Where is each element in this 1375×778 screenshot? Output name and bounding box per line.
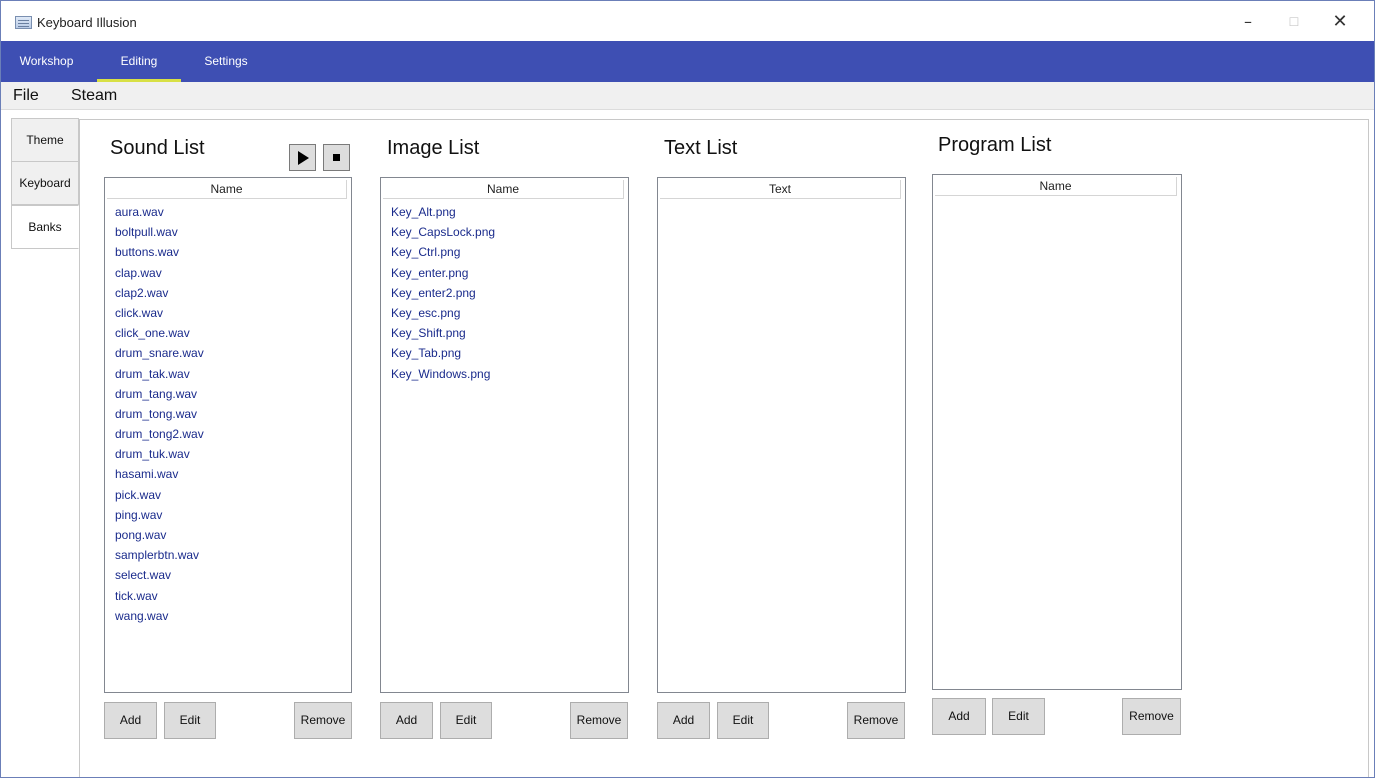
tab-editing[interactable]: Editing: [96, 41, 182, 82]
app-keyboard-icon: [15, 16, 32, 29]
main-nav-bar: Workshop Editing Settings: [1, 41, 1374, 82]
app-window: Keyboard Illusion – ☐ ✕ Workshop Editing…: [0, 0, 1375, 778]
image-list-item[interactable]: Key_Windows.png: [391, 364, 495, 384]
sound-list-item[interactable]: drum_tong.wav: [115, 404, 204, 424]
sound-add-button[interactable]: Add: [104, 702, 157, 739]
image-list-item[interactable]: Key_enter.png: [391, 263, 495, 283]
stop-button[interactable]: [323, 144, 350, 171]
sound-list-item[interactable]: hasami.wav: [115, 464, 204, 484]
text-list-title: Text List: [664, 137, 738, 159]
close-button[interactable]: ✕: [1317, 7, 1363, 37]
image-list-title: Image List: [387, 137, 480, 159]
stop-icon: [333, 154, 340, 161]
image-list-item[interactable]: Key_CapsLock.png: [391, 222, 495, 242]
text-list-column-header[interactable]: Text: [660, 180, 901, 199]
sound-list-item[interactable]: click_one.wav: [115, 323, 204, 343]
image-list-item[interactable]: Key_esc.png: [391, 303, 495, 323]
program-list-box[interactable]: Name: [932, 174, 1182, 690]
sound-list-box[interactable]: Name aura.wav boltpull.wav buttons.wav clap…: [104, 177, 352, 693]
sound-list-item[interactable]: wang.wav: [115, 606, 204, 626]
sound-list-item[interactable]: ping.wav: [115, 505, 204, 525]
image-list-item[interactable]: Key_Tab.png: [391, 343, 495, 363]
image-list-column-header[interactable]: Name: [383, 180, 624, 199]
sound-remove-button[interactable]: Remove: [294, 702, 352, 739]
sound-list-item[interactable]: clap2.wav: [115, 283, 204, 303]
image-list-item[interactable]: Key_enter2.png: [391, 283, 495, 303]
sound-edit-button[interactable]: Edit: [164, 702, 216, 739]
minimize-button[interactable]: –: [1225, 7, 1271, 37]
title-bar: Keyboard Illusion – ☐ ✕: [1, 1, 1374, 41]
menu-steam[interactable]: Steam: [71, 87, 117, 105]
sound-list-item[interactable]: drum_snare.wav: [115, 343, 204, 363]
text-add-button[interactable]: Add: [657, 702, 710, 739]
side-tab-theme[interactable]: Theme: [11, 118, 79, 162]
sound-list-items: aura.wav boltpull.wav buttons.wav clap.wav c…: [115, 202, 204, 626]
text-list-box[interactable]: Text: [657, 177, 906, 693]
sound-list-item[interactable]: drum_tong2.wav: [115, 424, 204, 444]
sound-list-item[interactable]: buttons.wav: [115, 242, 204, 262]
sound-list-item[interactable]: clap.wav: [115, 263, 204, 283]
tab-workshop[interactable]: Workshop: [9, 41, 84, 82]
tab-settings[interactable]: Settings: [191, 41, 261, 82]
image-add-button[interactable]: Add: [380, 702, 433, 739]
sound-list-column-header[interactable]: Name: [107, 180, 347, 199]
image-list-box[interactable]: Name Key_Alt.png Key_CapsLock.png Key_Ctrl…: [380, 177, 629, 693]
image-list-items: Key_Alt.png Key_CapsLock.png Key_Ctrl.png K…: [391, 202, 495, 384]
sound-list-item[interactable]: pick.wav: [115, 485, 204, 505]
sound-list-item[interactable]: click.wav: [115, 303, 204, 323]
image-list-item[interactable]: Key_Ctrl.png: [391, 242, 495, 262]
sound-list-item[interactable]: samplerbtn.wav: [115, 545, 204, 565]
sound-list-item[interactable]: drum_tuk.wav: [115, 444, 204, 464]
play-icon: [298, 151, 309, 165]
program-list-column-header[interactable]: Name: [935, 177, 1177, 196]
window-title: Keyboard Illusion: [37, 15, 137, 30]
sound-list-item[interactable]: drum_tang.wav: [115, 384, 204, 404]
program-remove-button[interactable]: Remove: [1122, 698, 1181, 735]
program-add-button[interactable]: Add: [932, 698, 986, 735]
sound-list-item[interactable]: pong.wav: [115, 525, 204, 545]
image-edit-button[interactable]: Edit: [440, 702, 492, 739]
side-tab-keyboard[interactable]: Keyboard: [11, 161, 79, 205]
image-remove-button[interactable]: Remove: [570, 702, 628, 739]
sound-list-item[interactable]: select.wav: [115, 565, 204, 585]
side-tab-banks[interactable]: Banks: [11, 205, 79, 249]
image-list-item[interactable]: Key_Shift.png: [391, 323, 495, 343]
sound-list-title: Sound List: [110, 137, 205, 159]
sound-list-item[interactable]: aura.wav: [115, 202, 204, 222]
program-edit-button[interactable]: Edit: [992, 698, 1045, 735]
sound-list-item[interactable]: drum_tak.wav: [115, 364, 204, 384]
sound-list-item[interactable]: boltpull.wav: [115, 222, 204, 242]
sound-list-item[interactable]: tick.wav: [115, 586, 204, 606]
image-list-item[interactable]: Key_Alt.png: [391, 202, 495, 222]
text-remove-button[interactable]: Remove: [847, 702, 905, 739]
menu-bar: File Steam: [1, 82, 1374, 110]
maximize-button[interactable]: ☐: [1271, 7, 1317, 37]
menu-file[interactable]: File: [13, 87, 39, 105]
program-list-title: Program List: [938, 134, 1052, 156]
play-button[interactable]: [289, 144, 316, 171]
text-edit-button[interactable]: Edit: [717, 702, 769, 739]
